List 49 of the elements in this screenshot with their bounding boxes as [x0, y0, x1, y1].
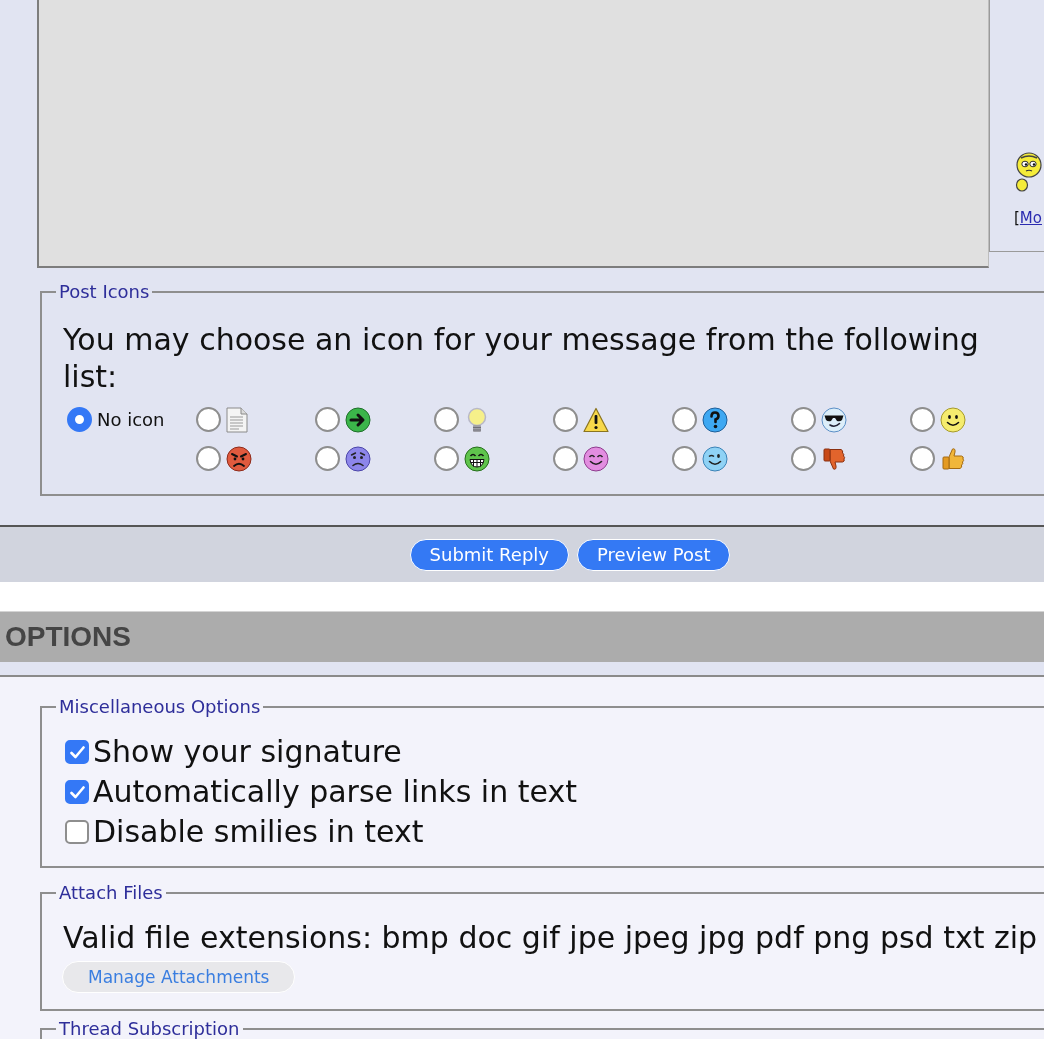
thinking-smiley-icon[interactable]	[1014, 152, 1042, 192]
winking-face-icon	[702, 445, 728, 472]
group-legend: Miscellaneous Options	[56, 696, 264, 718]
radio-button[interactable]	[910, 407, 935, 432]
no-icon-label[interactable]: No icon	[97, 409, 165, 430]
file-extensions-text: Valid file extensions: bmp doc gif jpe jpeg jpg pdf png psd txt zip	[63, 919, 1038, 957]
checkbox[interactable]	[65, 780, 89, 804]
radio-button[interactable]	[434, 446, 459, 471]
section-header: OPTIONS	[0, 611, 1044, 662]
radio-button[interactable]	[553, 407, 578, 432]
sad-face-icon	[345, 445, 371, 472]
checkmark-icon	[69, 785, 85, 799]
warning-icon	[583, 406, 609, 433]
radio-button[interactable]	[434, 407, 459, 432]
radio-button[interactable]	[315, 407, 340, 432]
question-icon	[702, 406, 728, 433]
thumbs-up-icon	[940, 445, 966, 472]
submit-reply-button[interactable]: Submit Reply	[409, 538, 569, 571]
radio-button[interactable]	[196, 446, 221, 471]
checkbox[interactable]	[65, 740, 89, 764]
radio-button[interactable]	[67, 407, 92, 432]
instruction-text: You may choose an icon for your message from the following list:	[63, 321, 980, 395]
checkmark-icon	[69, 745, 85, 759]
smiley-icon	[940, 406, 966, 433]
angry-face-icon	[226, 445, 252, 472]
radio-button[interactable]	[672, 407, 697, 432]
checkbox-label[interactable]: Automatically parse links in text	[93, 772, 577, 812]
checkbox[interactable]	[65, 820, 89, 844]
radio-button[interactable]	[910, 446, 935, 471]
document-icon	[226, 406, 248, 433]
sunglasses-face-icon	[821, 406, 847, 433]
happy-face-icon	[583, 445, 609, 472]
thumbs-down-icon	[821, 445, 847, 472]
checkbox-label[interactable]: Show your signature	[93, 732, 402, 772]
radio-button[interactable]	[791, 407, 816, 432]
radio-button[interactable]	[315, 446, 340, 471]
radio-button[interactable]	[553, 446, 578, 471]
arrow-right-icon	[345, 406, 371, 433]
grinning-face-icon	[464, 445, 490, 472]
group-legend: Attach Files	[56, 882, 166, 904]
radio-button[interactable]	[791, 446, 816, 471]
preview-post-button[interactable]: Preview Post	[577, 538, 731, 571]
group-legend: Thread Subscription	[56, 1020, 243, 1038]
bracket-text: [	[1014, 209, 1020, 227]
more-link[interactable]: Mo	[1019, 209, 1042, 227]
checkbox-label[interactable]: Disable smilies in text	[93, 812, 424, 852]
group-legend: Post Icons	[56, 281, 153, 303]
radio-button[interactable]	[196, 407, 221, 432]
radio-button[interactable]	[672, 446, 697, 471]
